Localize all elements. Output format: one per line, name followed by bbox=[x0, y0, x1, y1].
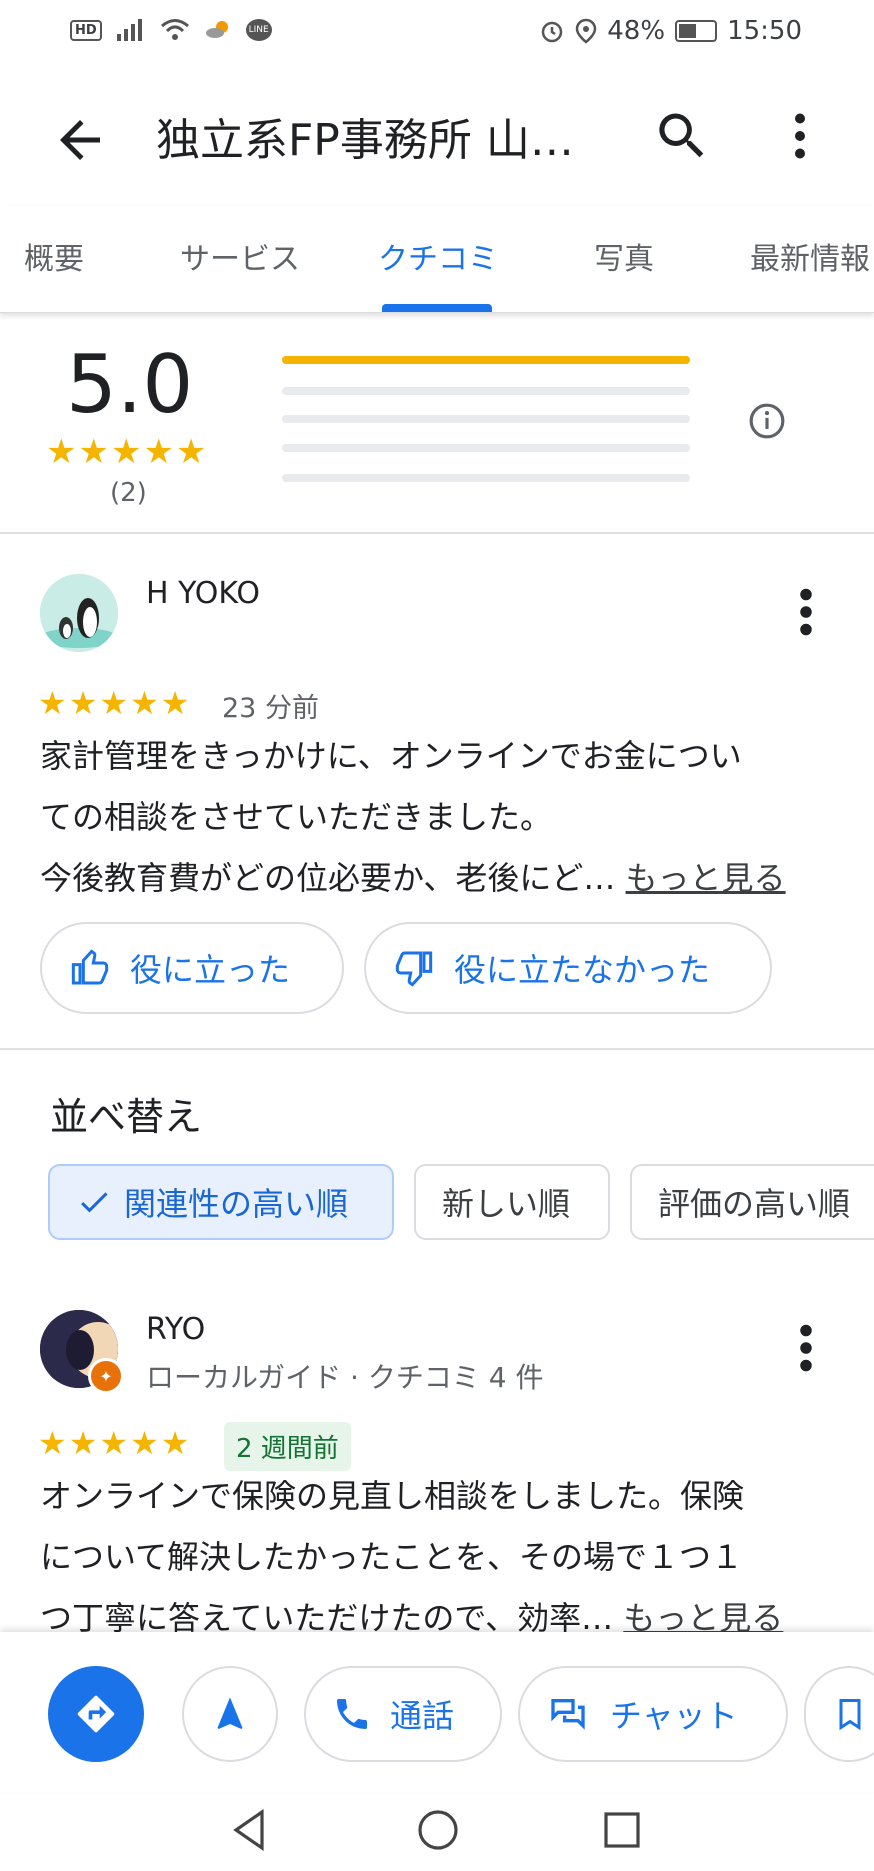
not-helpful-label: 役に立たなかった bbox=[454, 951, 711, 989]
more-link[interactable]: もっと見る bbox=[626, 859, 786, 897]
info-icon[interactable] bbox=[748, 402, 786, 440]
signal-icon bbox=[116, 19, 142, 41]
rating-bar-4-star bbox=[282, 387, 690, 395]
review-menu-icon[interactable] bbox=[786, 582, 826, 642]
navigation-arrow-icon bbox=[217, 1697, 243, 1729]
nav-recents-icon[interactable] bbox=[598, 1806, 646, 1854]
nav-back-icon[interactable] bbox=[226, 1806, 274, 1854]
penguin-avatar-icon bbox=[40, 574, 118, 652]
sort-chip-label: 評価の高い順 bbox=[658, 1185, 851, 1223]
review-line-text: 今後教育費がどの位必要か、老後にど… bbox=[40, 859, 616, 897]
rating-bar-fill bbox=[282, 356, 690, 364]
divider bbox=[0, 532, 874, 534]
review-time-badge: 2 週間前 bbox=[224, 1422, 351, 1471]
rating-bar-5-star bbox=[282, 356, 690, 364]
tab-photos[interactable]: 写真 bbox=[594, 234, 654, 278]
rating-count: (2) bbox=[110, 478, 147, 508]
thumb-down-icon bbox=[395, 951, 433, 987]
rating-stars: ★★★★★ bbox=[46, 432, 209, 472]
back-arrow-icon[interactable] bbox=[50, 110, 110, 170]
battery-icon bbox=[675, 20, 718, 42]
wifi-icon bbox=[160, 19, 189, 40]
rating-score: 5.0 bbox=[66, 338, 194, 431]
battery-percent: 48% bbox=[607, 16, 666, 46]
tab-services[interactable]: サービス bbox=[180, 234, 300, 278]
helpful-button[interactable]: 役に立った bbox=[40, 922, 344, 1014]
bookmark-icon bbox=[839, 1699, 861, 1731]
reviewer-name[interactable]: RYO bbox=[146, 1312, 205, 1347]
line-app-icon: LINE bbox=[245, 19, 272, 41]
review-line: オンラインで保険の見直し相談をしました。保険 bbox=[40, 1477, 745, 1515]
directions-button[interactable] bbox=[48, 1666, 144, 1762]
system-nav-bar bbox=[0, 1792, 874, 1871]
search-icon[interactable] bbox=[652, 106, 712, 166]
status-bar: HD LINE 48% 15:50 bbox=[0, 0, 874, 66]
nav-home-icon[interactable] bbox=[414, 1806, 462, 1854]
sort-title: 並べ替え bbox=[50, 1095, 203, 1139]
tab-reviews[interactable]: クチコミ bbox=[378, 234, 498, 278]
location-icon bbox=[576, 18, 597, 44]
clock: 15:50 bbox=[727, 16, 802, 46]
chat-button[interactable]: チャット bbox=[518, 1666, 788, 1762]
tab-overview[interactable]: 概要 bbox=[24, 234, 84, 278]
not-helpful-button[interactable]: 役に立たなかった bbox=[364, 922, 772, 1014]
top-app-bar: 独立系FP事務所 山下… bbox=[0, 66, 874, 206]
alarm-icon bbox=[542, 21, 563, 43]
sort-chip-newest[interactable]: 新しい順 bbox=[414, 1164, 610, 1240]
review-text: 家計管理をきっかけに、オンラインでお金につい ての相談をさせていただきました。 … bbox=[40, 726, 840, 909]
page-title: 独立系FP事務所 山下… bbox=[156, 115, 606, 166]
check-icon bbox=[81, 1192, 108, 1213]
call-button[interactable]: 通話 bbox=[304, 1666, 502, 1762]
review-time: 23 分前 bbox=[222, 693, 319, 724]
more-vert-icon[interactable] bbox=[770, 106, 830, 166]
directions-icon bbox=[77, 1695, 115, 1733]
action-bar: 通話 チャット bbox=[0, 1632, 874, 1792]
phone-icon bbox=[337, 1699, 367, 1729]
sort-chip-label: 関連性の高い順 bbox=[124, 1185, 349, 1223]
weather-icon bbox=[205, 21, 228, 38]
rating-bar-3-star bbox=[282, 415, 690, 423]
review-stars: ★★★★★ bbox=[38, 684, 192, 722]
start-navigation-button[interactable] bbox=[182, 1666, 278, 1762]
hd-indicator: HD bbox=[70, 19, 102, 41]
local-guide-badge-icon: ✦ bbox=[88, 1358, 124, 1394]
reviewer-subtitle: ローカルガイド · クチコミ 4 件 bbox=[146, 1361, 544, 1394]
rating-bar-2-star bbox=[282, 444, 690, 452]
avatar[interactable] bbox=[40, 574, 118, 652]
divider bbox=[0, 1048, 874, 1050]
thumb-up-icon bbox=[71, 949, 109, 985]
review-stars: ★★★★★ bbox=[38, 1424, 192, 1462]
review-line: 家計管理をきっかけに、オンラインでお金につい bbox=[40, 737, 742, 775]
save-button[interactable] bbox=[804, 1666, 874, 1762]
review-text: オンラインで保険の見直し相談をしました。保険 について解決したかったことを、その… bbox=[40, 1466, 840, 1649]
tab-updates[interactable]: 最新情報 bbox=[750, 234, 870, 278]
rating-bar-1-star bbox=[282, 474, 690, 482]
review-line: について解決したかったことを、その場で１つ１ bbox=[40, 1538, 744, 1576]
sort-chip-relevance[interactable]: 関連性の高い順 bbox=[48, 1164, 394, 1240]
review-menu-icon[interactable] bbox=[786, 1318, 826, 1378]
helpful-label: 役に立った bbox=[130, 951, 291, 989]
call-label: 通話 bbox=[390, 1697, 455, 1735]
sort-chip-label: 新しい順 bbox=[442, 1185, 571, 1223]
chat-label: チャット bbox=[610, 1697, 738, 1735]
tab-bar: 概要 サービス クチコミ 写真 最新情報 bbox=[0, 206, 874, 313]
review-line: ての相談をさせていただきました。 bbox=[40, 798, 553, 836]
reviewer-name[interactable]: H YOKO bbox=[146, 576, 260, 611]
review-line: 今後教育費がどの位必要か、老後にど… もっと見る bbox=[40, 848, 840, 909]
sort-chip-highest[interactable]: 評価の高い順 bbox=[630, 1164, 874, 1240]
tab-indicator bbox=[382, 304, 492, 312]
chat-icon bbox=[551, 1699, 585, 1730]
